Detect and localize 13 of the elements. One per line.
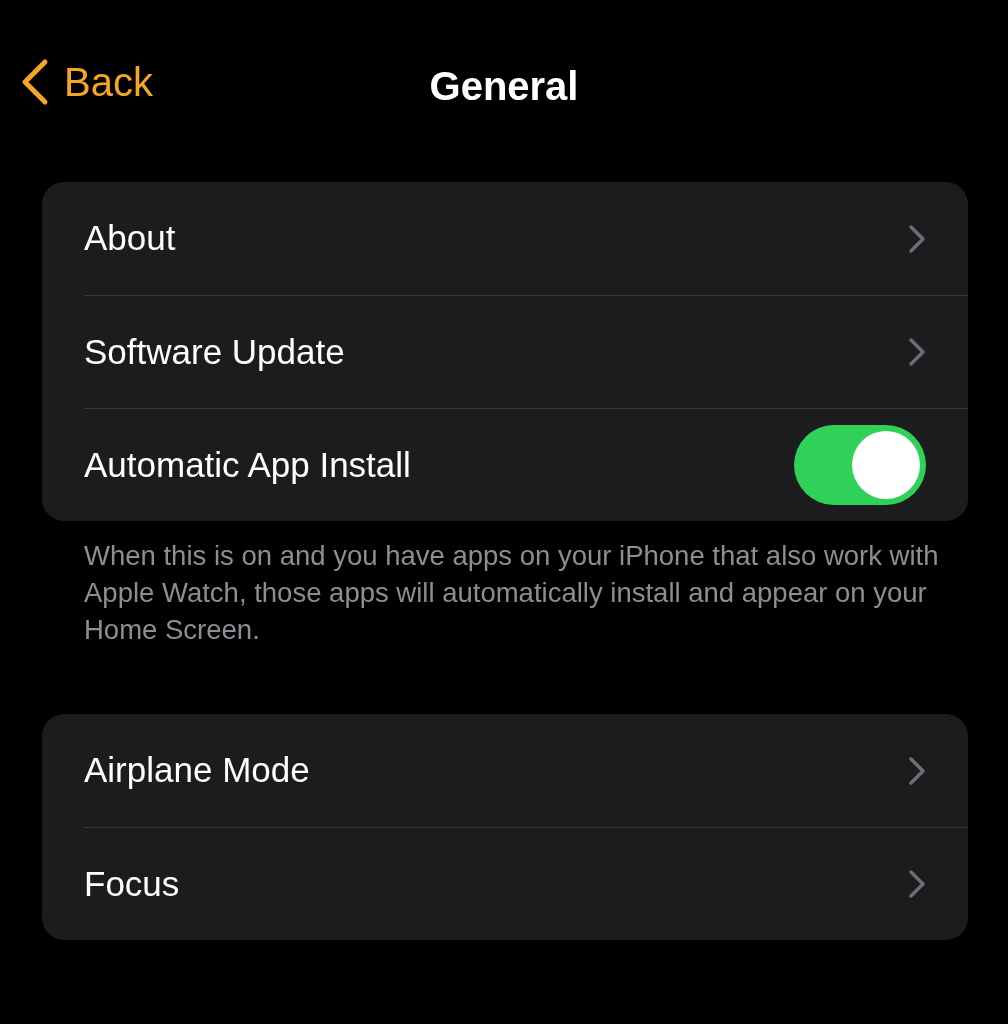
back-button[interactable]: Back [20,52,153,112]
setting-label[interactable]: About [84,212,176,265]
chevron-right-icon [908,223,926,254]
back-chevron-icon [20,57,50,107]
chevron-right-icon [908,337,926,367]
setting-label[interactable]: Software Update [84,325,345,379]
page-title: General [429,63,579,110]
chevron-right-icon [908,869,926,899]
setting-label: Automatic App Install [84,443,411,486]
setting-label[interactable]: Focus [84,857,180,911]
footer-note: When this is on and you have apps on your iPhone that also work with Apple Watch, those apps will automatically install and appear on your Home Screen. [84,539,940,647]
setting-label[interactable]: Airplane Mode [84,744,310,797]
chevron-right-icon [908,755,926,786]
